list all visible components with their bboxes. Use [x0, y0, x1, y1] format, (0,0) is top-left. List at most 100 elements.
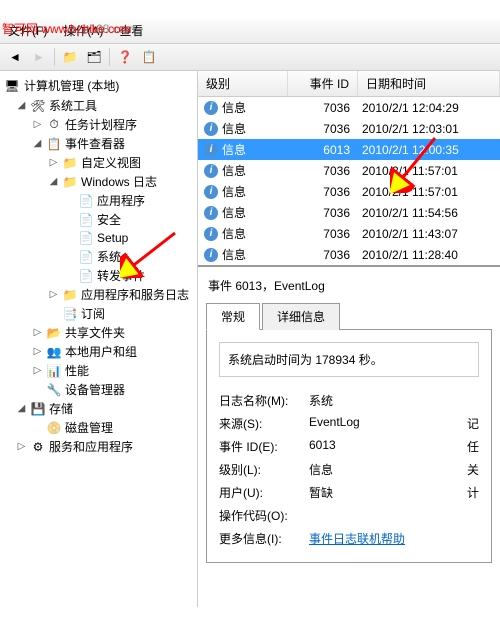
- reload-button[interactable]: 📋: [138, 46, 160, 68]
- value: 6013: [309, 438, 467, 455]
- info-icon: i: [204, 122, 218, 136]
- folder-icon: 📁: [62, 155, 78, 171]
- info-icon: i: [204, 164, 218, 178]
- tree-performance[interactable]: ▷ 📊 性能: [32, 361, 197, 380]
- expand-icon[interactable]: ▷: [32, 119, 43, 130]
- col-datetime[interactable]: 日期和时间: [358, 71, 500, 96]
- table-row[interactable]: i信息70362010/2/1 12:04:29: [198, 97, 500, 118]
- cell-event-id: 7036: [288, 227, 358, 241]
- table-row[interactable]: i信息70362010/2/1 12:03:01: [198, 118, 500, 139]
- truncated: 关: [467, 461, 479, 478]
- value: [309, 507, 479, 524]
- separator: [109, 48, 110, 66]
- disk-icon: 📀: [46, 420, 62, 436]
- log-icon: 📄: [78, 212, 94, 228]
- tools-icon: 🛠: [30, 98, 46, 114]
- detail-pane: 事件 6013，EventLog 常规 详细信息 系统启动时间为 178934 …: [198, 265, 500, 607]
- tree-application-log[interactable]: 📄 应用程序: [64, 191, 197, 210]
- tree-task-scheduler[interactable]: ▷ ⏱ 任务计划程序: [32, 115, 197, 134]
- expand-icon[interactable]: ▷: [32, 327, 43, 338]
- forward-button[interactable]: ►: [28, 46, 50, 68]
- tree-disk-mgmt[interactable]: 📀 磁盘管理: [32, 418, 197, 437]
- cell-event-id: 7036: [288, 185, 358, 199]
- tree-event-viewer[interactable]: ◢ 📋 事件查看器: [32, 134, 197, 153]
- tree-local-users[interactable]: ▷ 👥 本地用户和组: [32, 342, 197, 361]
- cell-level: i信息: [198, 141, 288, 158]
- cell-level: i信息: [198, 183, 288, 200]
- info-icon: i: [204, 248, 218, 262]
- back-button[interactable]: ◄: [4, 46, 26, 68]
- detail-title: 事件 6013，EventLog: [206, 273, 492, 302]
- table-row[interactable]: i信息70362010/2/1 11:43:07: [198, 223, 500, 244]
- label: 自定义视图: [81, 154, 141, 171]
- tree-device-manager[interactable]: 🔧 设备管理器: [32, 380, 197, 399]
- table-row[interactable]: i信息70362010/2/1 11:54:56: [198, 202, 500, 223]
- tree-custom-views[interactable]: ▷ 📁 自定义视图: [48, 153, 197, 172]
- tree-app-service-logs[interactable]: ▷ 📁 应用程序和服务日志: [48, 285, 197, 304]
- collapse-icon[interactable]: ◢: [32, 138, 43, 149]
- tree-root-label: 计算机管理 (本地): [24, 77, 119, 94]
- folder-button[interactable]: 📁: [59, 46, 81, 68]
- log-icon: 📄: [78, 193, 94, 209]
- grid-body: i信息70362010/2/1 12:04:29i信息70362010/2/1 …: [198, 97, 500, 265]
- table-row[interactable]: i信息70362010/2/1 11:57:01: [198, 181, 500, 202]
- tree-security-log[interactable]: 📄 安全: [64, 210, 197, 229]
- toolbar: ◄ ► 📁 🗂 ❓ 📋: [0, 44, 500, 71]
- cell-event-id: 7036: [288, 122, 358, 136]
- tree-subscriptions[interactable]: 📑 订阅: [48, 304, 197, 323]
- cell-event-id: 7036: [288, 248, 358, 262]
- help-button[interactable]: ❓: [114, 46, 136, 68]
- tree-root[interactable]: 🖥 计算机管理 (本地): [0, 75, 197, 96]
- clock-icon: ⏱: [46, 117, 62, 133]
- truncated: 任: [467, 438, 479, 455]
- col-level[interactable]: 级别: [198, 71, 288, 96]
- storage-icon: 💾: [30, 401, 46, 417]
- label: 应用程序和服务日志: [81, 286, 189, 303]
- cell-event-id: 7036: [288, 101, 358, 115]
- tab-details[interactable]: 详细信息: [262, 303, 340, 330]
- event-summary: 系统启动时间为 178934 秒。: [219, 342, 479, 377]
- label: 级别(L):: [219, 461, 309, 478]
- log-icon: 📄: [78, 249, 94, 265]
- tree-windows-logs[interactable]: ◢ 📁 Windows 日志: [48, 172, 197, 191]
- collapse-icon[interactable]: ◢: [16, 403, 27, 414]
- label: 设备管理器: [65, 381, 125, 398]
- watermark-text: 智可网 www.hzhike.com: [2, 20, 131, 37]
- annotation-arrow-2: [390, 133, 450, 193]
- tab-content: 系统启动时间为 178934 秒。 日志名称(M): 系统 来源(S): Eve…: [206, 330, 492, 563]
- value: EventLog: [309, 415, 467, 432]
- label: 订阅: [81, 305, 105, 322]
- expand-icon[interactable]: ▷: [48, 157, 59, 168]
- cell-datetime: 2010/2/1 12:04:29: [358, 101, 500, 115]
- tree-services-apps[interactable]: ▷ ⚙ 服务和应用程序: [16, 437, 197, 456]
- info-icon: i: [204, 227, 218, 241]
- label: 任务计划程序: [65, 116, 137, 133]
- col-event-id[interactable]: 事件 ID: [288, 71, 358, 96]
- cell-datetime: 2010/2/1 11:54:56: [358, 206, 500, 220]
- cell-level: i信息: [198, 246, 288, 263]
- table-row[interactable]: i信息60132010/2/1 12:00:35: [198, 139, 500, 160]
- collapse-icon[interactable]: ◢: [16, 100, 27, 111]
- label: 事件 ID(E):: [219, 438, 309, 455]
- collapse-icon[interactable]: ◢: [48, 176, 59, 187]
- tabs: 常规 详细信息: [206, 302, 492, 330]
- label: 应用程序: [97, 192, 145, 209]
- online-help-link[interactable]: 事件日志联机帮助: [309, 532, 405, 546]
- expand-icon[interactable]: ▷: [32, 346, 43, 357]
- value: 系统: [309, 392, 479, 409]
- expand-icon[interactable]: ▷: [32, 365, 43, 376]
- event-icon: 📋: [46, 136, 62, 152]
- prop-user: 用户(U): 暂缺 计: [219, 481, 479, 504]
- properties-button[interactable]: 🗂: [83, 46, 105, 68]
- users-icon: 👥: [46, 344, 62, 360]
- cell-datetime: 2010/2/1 11:28:40: [358, 248, 500, 262]
- folder-icon: 📁: [62, 287, 78, 303]
- table-row[interactable]: i信息70362010/2/1 11:57:01: [198, 160, 500, 181]
- tab-general[interactable]: 常规: [206, 303, 260, 330]
- tree-shared-folders[interactable]: ▷ 📂 共享文件夹: [32, 323, 197, 342]
- tree-system-tools[interactable]: ◢ 🛠 系统工具: [16, 96, 197, 115]
- expand-icon[interactable]: ▷: [48, 289, 59, 300]
- expand-icon[interactable]: ▷: [16, 441, 27, 452]
- table-row[interactable]: i信息70362010/2/1 11:28:40: [198, 244, 500, 265]
- tree-storage[interactable]: ◢ 💾 存储: [16, 399, 197, 418]
